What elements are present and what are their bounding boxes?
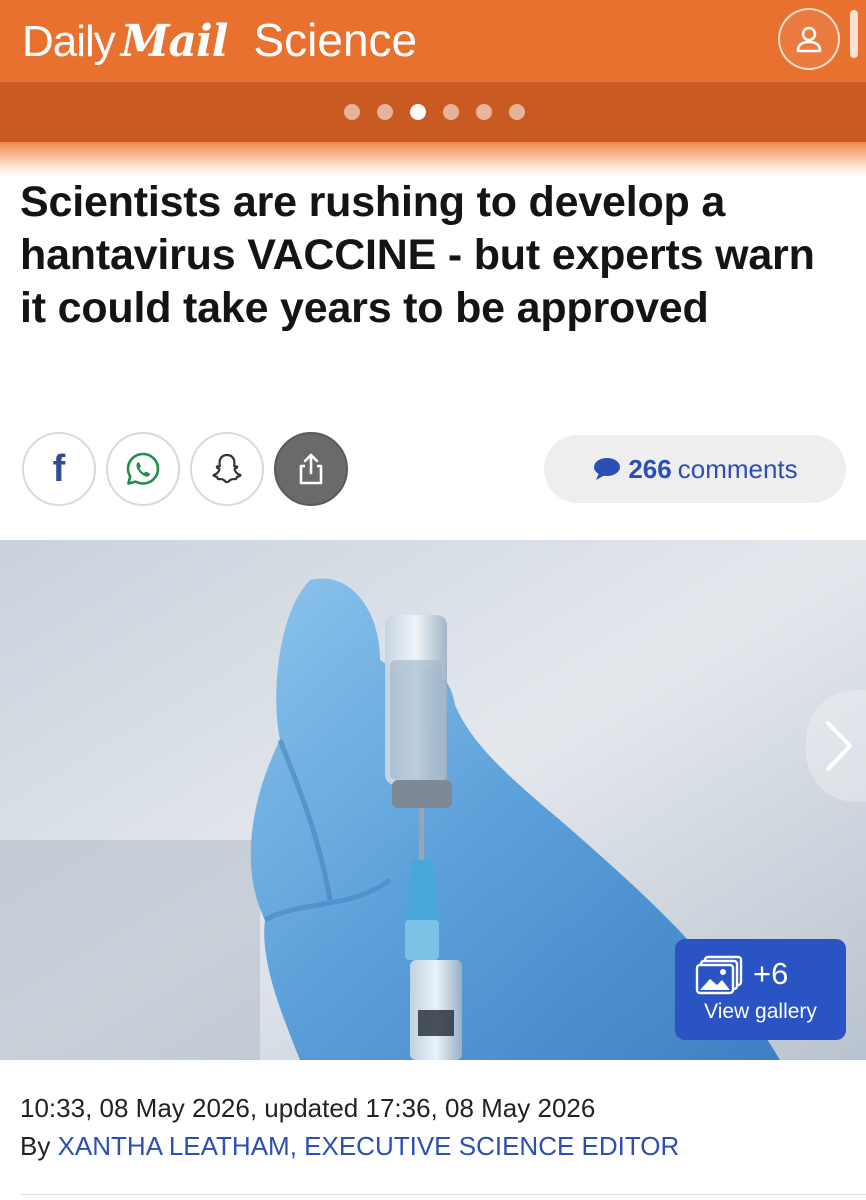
facebook-icon: f (52, 448, 66, 490)
share-whatsapp-button[interactable] (106, 432, 180, 506)
comments-count: 266 (628, 453, 672, 484)
carousel-dot[interactable] (509, 104, 525, 120)
chevron-right-icon (826, 721, 852, 771)
carousel-dot[interactable] (476, 104, 492, 120)
carousel-dot[interactable] (377, 104, 393, 120)
gallery-icon (695, 955, 743, 995)
article-byline: By XANTHA LEATHAM, EXECUTIVE SCIENCE EDI… (20, 1128, 679, 1164)
header-fade (0, 142, 866, 176)
brand-daily: Daily (22, 17, 116, 66)
share-icon (299, 453, 323, 485)
comments-button[interactable]: 266 comments (544, 435, 846, 503)
carousel-dot-active[interactable] (410, 104, 426, 120)
section-title[interactable]: Science (253, 10, 417, 70)
scrollbar-thumb[interactable] (850, 10, 858, 58)
article-timestamp: 10:33, 08 May 2026, updated 17:36, 08 Ma… (20, 1093, 596, 1123)
person-icon (796, 26, 822, 53)
brand-mail: Mail (120, 16, 229, 67)
share-more-button[interactable] (274, 432, 348, 506)
divider (20, 1194, 866, 1195)
carousel-dots (344, 104, 525, 120)
share-facebook-button[interactable]: f (22, 432, 96, 506)
share-snapchat-button[interactable] (190, 432, 264, 506)
carousel-dot[interactable] (344, 104, 360, 120)
account-button[interactable] (778, 8, 840, 70)
carousel-dot[interactable] (443, 104, 459, 120)
article-headline: Scientists are rushing to develop a hant… (20, 178, 815, 332)
byline-prefix: By (20, 1131, 51, 1161)
gallery-count: +6 (753, 956, 789, 991)
author-link[interactable]: XANTHA LEATHAM, EXECUTIVE SCIENCE EDITOR (58, 1131, 680, 1161)
comments-label: comments (677, 453, 798, 484)
site-logo[interactable]: Daily Mail Science (22, 10, 417, 70)
snapchat-icon (212, 453, 242, 484)
whatsapp-icon (126, 452, 160, 485)
gallery-label: View gallery (704, 1000, 817, 1023)
view-gallery-button[interactable]: +6 View gallery (675, 939, 846, 1040)
site-header: Daily Mail Science (0, 0, 866, 82)
comment-bubble-icon (594, 458, 621, 480)
